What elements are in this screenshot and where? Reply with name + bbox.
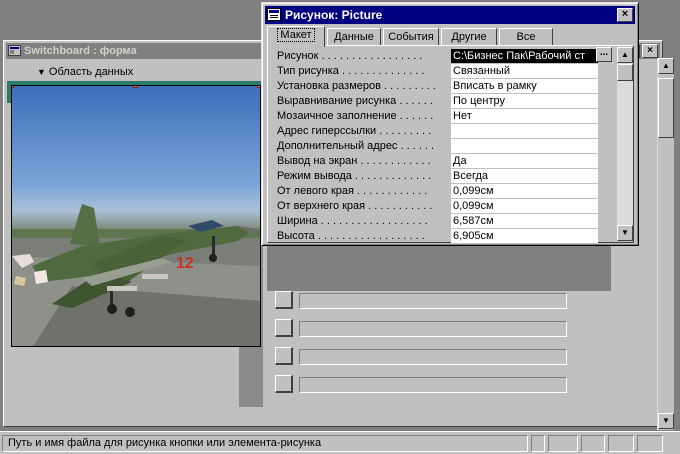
hyperlink-subaddress-field[interactable] xyxy=(451,139,598,154)
scroll-up-button[interactable]: ▲ xyxy=(658,58,674,74)
property-label: Режим вывода . . . . . . . . . . . . . xyxy=(277,170,432,182)
tail-number: 12 xyxy=(176,255,194,272)
option-label-field[interactable] xyxy=(299,377,567,393)
resize-handle[interactable] xyxy=(12,86,14,88)
hyperlink-address-field[interactable] xyxy=(451,124,598,139)
switchboard-row xyxy=(275,375,567,393)
status-panel xyxy=(637,435,663,452)
property-label: Дополнительный адрес . . . . . . xyxy=(277,140,435,152)
property-row[interactable]: Выравнивание рисунка . . . . . . По цент… xyxy=(274,94,598,109)
option-button[interactable] xyxy=(275,347,293,365)
visible-field[interactable]: Да xyxy=(451,154,598,169)
property-row[interactable]: Адрес гиперссылки . . . . . . . . . xyxy=(274,124,598,139)
option-button[interactable] xyxy=(275,291,293,309)
design-area[interactable]: 12 xyxy=(7,81,267,407)
property-row[interactable]: От верхнего края . . . . . . . . . . . 0… xyxy=(274,199,598,214)
property-sheet-titlebar[interactable]: Рисунок: Picture × xyxy=(265,6,635,24)
scroll-down-button[interactable]: ▼ xyxy=(658,413,674,429)
section-label: ▼ Область данных xyxy=(37,66,133,78)
vertical-scrollbar[interactable]: ▲ ▼ xyxy=(657,58,674,430)
property-label: Ширина . . . . . . . . . . . . . . . . .… xyxy=(277,215,428,227)
property-label: От верхнего края . . . . . . . . . . . xyxy=(277,200,433,212)
property-scrollbar[interactable]: ▲ ▼ xyxy=(617,47,633,241)
left-field[interactable]: 0,099см xyxy=(451,184,598,199)
property-label: Адрес гиперссылки . . . . . . . . . xyxy=(277,125,432,137)
property-row[interactable]: Рисунок . . . . . . . . . . . . . . . . … xyxy=(274,49,598,64)
resize-handle[interactable] xyxy=(133,86,138,88)
property-label: Мозаичное заполнение . . . . . . xyxy=(277,110,434,122)
property-row[interactable]: Ширина . . . . . . . . . . . . . . . . .… xyxy=(274,214,598,229)
scroll-thumb[interactable] xyxy=(617,64,633,81)
width-field[interactable]: 6,587см xyxy=(451,214,598,229)
property-row[interactable]: Вывод на экран . . . . . . . . . . . . Д… xyxy=(274,154,598,169)
property-row[interactable]: Тип рисунка . . . . . . . . . . . . . . … xyxy=(274,64,598,79)
form-title: Switchboard : форма xyxy=(24,45,137,57)
status-panel xyxy=(608,435,634,452)
status-panel xyxy=(581,435,605,452)
picture-type-field[interactable]: Связанный xyxy=(451,64,598,79)
property-label: Установка размеров . . . . . . . . . xyxy=(277,80,436,92)
option-label-field[interactable] xyxy=(299,349,567,365)
property-label: Выравнивание рисунка . . . . . . xyxy=(277,95,433,107)
switchboard-row xyxy=(275,319,567,337)
property-row[interactable]: От левого края . . . . . . . . . . . . 0… xyxy=(274,184,598,199)
tab-data[interactable]: Данные xyxy=(327,28,381,46)
property-sheet-title: Рисунок: Picture xyxy=(285,8,383,22)
switchboard-row xyxy=(275,347,567,365)
property-sheet-window: Рисунок: Picture × Макет Данные События … xyxy=(261,2,639,246)
arrow-down-icon: ▼ xyxy=(37,67,46,77)
tab-other[interactable]: Другие xyxy=(441,28,497,46)
detail-area xyxy=(267,291,611,407)
property-row[interactable]: Режим вывода . . . . . . . . . . . . . В… xyxy=(274,169,598,184)
property-row[interactable]: Высота . . . . . . . . . . . . . . . . .… xyxy=(274,229,598,243)
tab-events[interactable]: События xyxy=(383,28,439,46)
property-grid: Рисунок . . . . . . . . . . . . . . . . … xyxy=(274,49,598,243)
tab-all[interactable]: Все xyxy=(499,28,553,46)
option-label-field[interactable] xyxy=(299,321,567,337)
property-tabs: Макет Данные События Другие Все xyxy=(267,26,637,47)
jet-aircraft-photo-icon: 12 xyxy=(12,204,260,346)
scroll-up-button[interactable]: ▲ xyxy=(617,47,633,63)
property-label: Вывод на экран . . . . . . . . . . . . xyxy=(277,155,431,167)
property-label: Тип рисунка . . . . . . . . . . . . . . xyxy=(277,65,425,77)
property-row[interactable]: Дополнительный адрес . . . . . . xyxy=(274,139,598,154)
status-text: Путь и имя файла для рисунка кнопки или … xyxy=(2,435,528,452)
property-panel: Рисунок . . . . . . . . . . . . . . . . … xyxy=(267,45,634,243)
property-label: Высота . . . . . . . . . . . . . . . . .… xyxy=(277,230,425,242)
section-header[interactable]: ▼ Область данных xyxy=(7,63,247,81)
display-when-field[interactable]: Всегда xyxy=(451,169,598,184)
size-mode-field[interactable]: Вписать в рамку xyxy=(451,79,598,94)
picture-alignment-field[interactable]: По центру xyxy=(451,94,598,109)
picture-control[interactable]: 12 xyxy=(11,85,261,347)
form-icon[interactable] xyxy=(8,45,21,56)
picture-path-field[interactable]: C:\Бизнес Пак\Рабочий ст xyxy=(451,49,598,64)
top-field[interactable]: 0,099см xyxy=(451,199,598,214)
switchboard-row xyxy=(275,291,567,309)
property-row[interactable]: Мозаичное заполнение . . . . . . Нет xyxy=(274,109,598,124)
picture-tiling-field[interactable]: Нет xyxy=(451,109,598,124)
status-panel xyxy=(531,435,545,452)
height-field[interactable]: 6,905см xyxy=(451,229,598,243)
property-row[interactable]: Установка размеров . . . . . . . . . Впи… xyxy=(274,79,598,94)
close-button[interactable]: × xyxy=(642,44,658,58)
tab-layout[interactable]: Макет xyxy=(267,26,325,47)
option-label-field[interactable] xyxy=(299,293,567,309)
property-label: От левого края . . . . . . . . . . . . xyxy=(277,185,428,197)
property-label: Рисунок . . . . . . . . . . . . . . . . … xyxy=(277,50,423,62)
statusbar: Путь и имя файла для рисунка кнопки или … xyxy=(0,431,680,454)
tab-layout-label: Макет xyxy=(277,28,315,42)
option-button[interactable] xyxy=(275,375,293,393)
property-sheet-close-button[interactable]: × xyxy=(617,8,633,22)
option-button[interactable] xyxy=(275,319,293,337)
scroll-thumb[interactable] xyxy=(658,78,674,138)
section-label-text: Область данных xyxy=(48,66,134,78)
status-panel xyxy=(548,435,578,452)
scroll-down-button[interactable]: ▼ xyxy=(617,225,633,241)
property-sheet-icon[interactable] xyxy=(267,8,281,21)
builder-button[interactable]: ... xyxy=(596,47,612,62)
